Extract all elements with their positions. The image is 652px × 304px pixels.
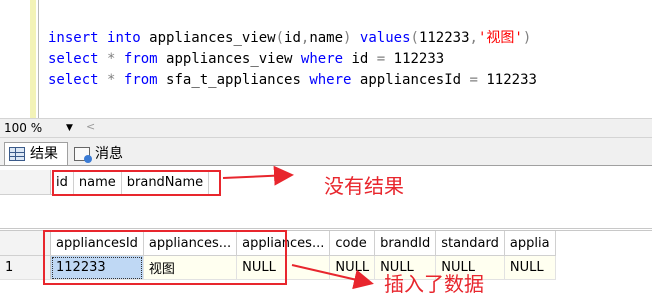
arrow-to-inserted (291, 264, 374, 290)
annotation-no-result: 没有结果 (324, 174, 404, 198)
annotation-inserted: 插入了数据 (384, 272, 484, 296)
arrow-to-no-result (222, 165, 294, 186)
annotation-arrows (222, 165, 374, 290)
